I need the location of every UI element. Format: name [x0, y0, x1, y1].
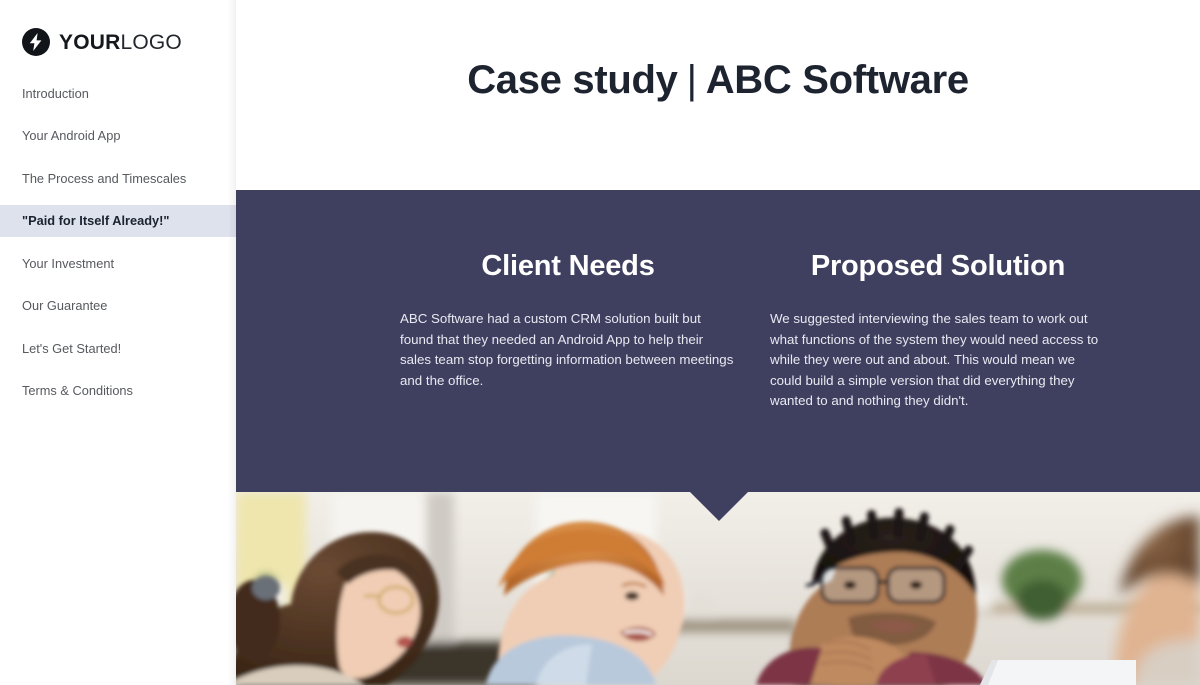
case-study-page: YOURLOGO Introduction Your Android App T…: [0, 0, 1200, 685]
lightning-bolt-icon: [22, 28, 50, 56]
panel-columns: Client Needs ABC Software had a custom C…: [236, 190, 1200, 492]
sidebar-item-your-investment[interactable]: Your Investment: [0, 248, 236, 280]
sidebar-item-paid-for-itself-already[interactable]: "Paid for Itself Already!": [0, 205, 236, 238]
highlight-panel: Client Needs ABC Software had a custom C…: [236, 190, 1200, 492]
sidebar-item-introduction[interactable]: Introduction: [0, 78, 236, 110]
sidebar-item-lets-get-started[interactable]: Let's Get Started!: [0, 333, 236, 365]
proposed-solution-heading: Proposed Solution: [810, 250, 1066, 282]
proposed-solution-body: We suggested interviewing the sales team…: [770, 311, 1099, 408]
sidebar-item-your-android-app[interactable]: Your Android App: [0, 120, 236, 152]
page-title-separator: |: [686, 58, 697, 102]
sidebar-item-terms-and-conditions[interactable]: Terms & Conditions: [0, 375, 236, 407]
logo-text-light: LOGO: [120, 30, 182, 54]
client-needs-heading: Client Needs: [481, 250, 655, 282]
panel-notch-triangle: [690, 492, 748, 521]
logo[interactable]: YOURLOGO: [22, 28, 182, 56]
client-needs-body: ABC Software had a custom CRM solution b…: [400, 311, 734, 388]
logo-text: YOURLOGO: [59, 32, 182, 53]
sidebar-nav: Introduction Your Android App The Proces…: [0, 78, 236, 418]
sidebar: YOURLOGO Introduction Your Android App T…: [0, 0, 236, 685]
sidebar-item-our-guarantee[interactable]: Our Guarantee: [0, 290, 236, 322]
page-title-right: ABC Software: [705, 58, 969, 102]
page-title-left: Case study: [467, 58, 678, 102]
page-title: Case study | ABC Software: [236, 58, 1200, 102]
client-needs-column: Client Needs ABC Software had a custom C…: [400, 190, 736, 492]
sidebar-item-the-process-and-timescales[interactable]: The Process and Timescales: [0, 163, 236, 195]
logo-text-bold: YOUR: [59, 30, 121, 54]
proposed-solution-column: Proposed Solution We suggested interview…: [770, 190, 1106, 492]
header: Case study | ABC Software: [236, 0, 1200, 190]
